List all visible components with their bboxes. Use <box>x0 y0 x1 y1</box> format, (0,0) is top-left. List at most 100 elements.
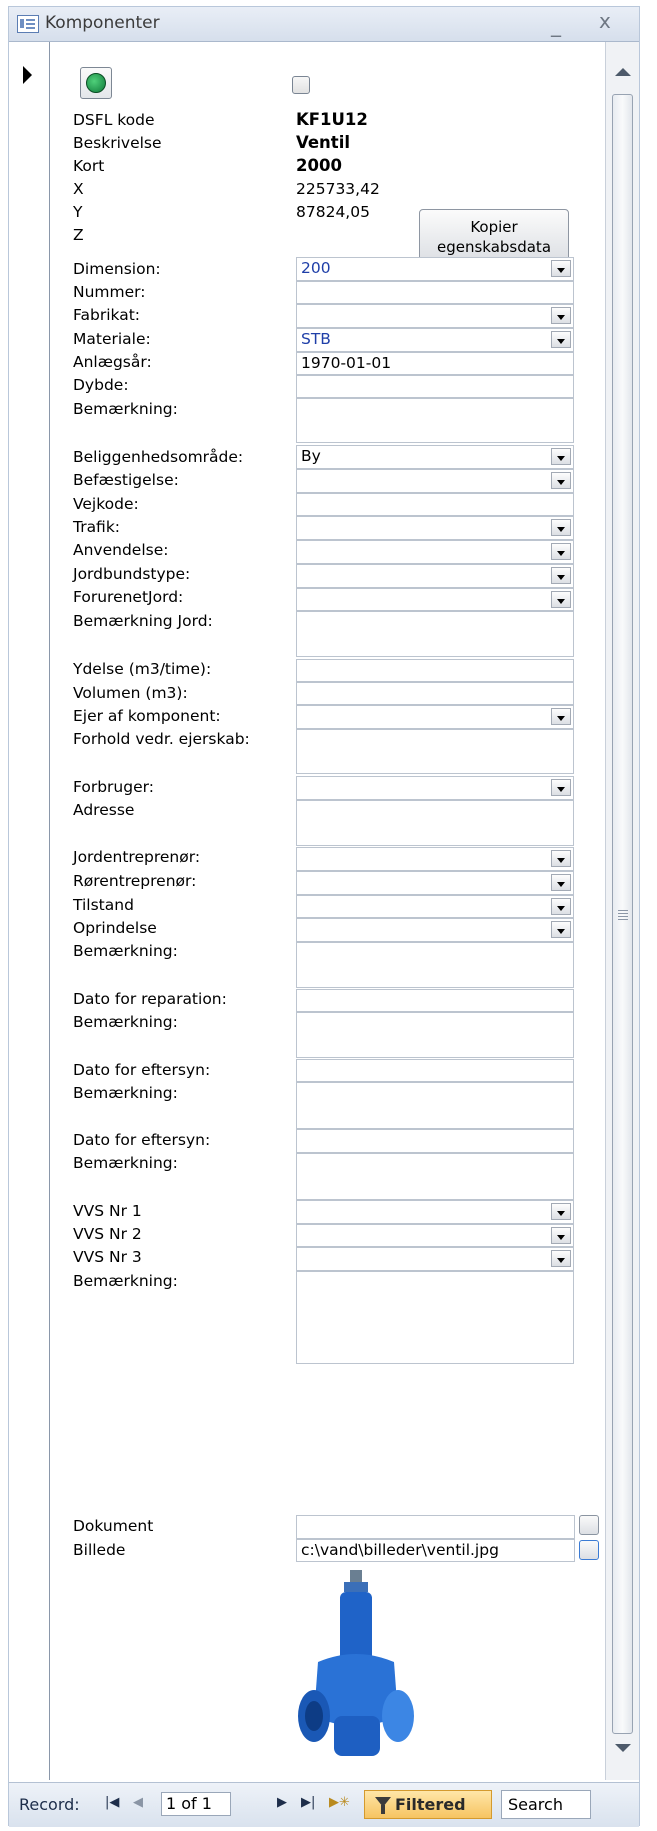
forbruger-combo[interactable] <box>296 776 574 800</box>
beliggenhed-combo[interactable]: By <box>296 445 574 469</box>
record-selector[interactable] <box>9 42 50 1780</box>
bemaerkning1-label: Bemærkning: <box>73 400 178 418</box>
chevron-down-icon[interactable] <box>551 260 571 277</box>
browse-image-button[interactable] <box>579 1540 599 1560</box>
chevron-down-icon[interactable] <box>551 1227 571 1244</box>
filtered-toggle-button[interactable]: Filtered <box>364 1790 492 1819</box>
dimension-label: Dimension: <box>73 260 161 278</box>
vvs2-combo[interactable] <box>296 1224 574 1247</box>
volumen-label: Volumen (m3): <box>73 684 188 702</box>
vvs1-label: VVS Nr 1 <box>73 1202 142 1220</box>
chevron-down-icon[interactable] <box>551 567 571 584</box>
dato-reparation-field[interactable] <box>296 989 574 1012</box>
ydelse-field[interactable] <box>296 659 574 682</box>
rorentreprenor-label: Rørentreprenør: <box>73 872 197 890</box>
first-record-icon[interactable]: |◀ <box>105 1795 119 1810</box>
billede-value: c:\vand\billeder\ventil.jpg <box>301 1541 499 1559</box>
x-value: 225733,42 <box>296 180 380 198</box>
jordbundstype-combo[interactable] <box>296 564 574 588</box>
tilstand-label: Tilstand <box>73 896 134 914</box>
search-box[interactable]: Search <box>501 1790 591 1819</box>
chevron-down-icon[interactable] <box>551 472 571 489</box>
valve-right-flange <box>382 1690 414 1742</box>
fabrikat-combo[interactable] <box>296 304 574 328</box>
dybde-field[interactable] <box>296 375 574 398</box>
valve-cap <box>344 1582 368 1592</box>
bemaerkning-jord-field[interactable] <box>296 611 574 657</box>
chevron-down-icon[interactable] <box>551 779 571 796</box>
bemaerkning4-field[interactable] <box>296 1082 574 1129</box>
chevron-down-icon[interactable] <box>551 921 571 938</box>
chevron-down-icon[interactable] <box>551 448 571 465</box>
forurenetjord-combo[interactable] <box>296 588 574 611</box>
vejkode-field[interactable] <box>296 493 574 516</box>
chevron-down-icon[interactable] <box>551 519 571 536</box>
minimize-button[interactable]: _ <box>551 13 561 37</box>
browse-document-button[interactable] <box>579 1515 599 1535</box>
bemaerkning1-field[interactable] <box>296 398 574 443</box>
anvendelse-combo[interactable] <box>296 540 574 564</box>
befaestigelse-combo[interactable] <box>296 469 574 493</box>
map-locate-button[interactable] <box>80 67 112 99</box>
select-checkbox[interactable] <box>292 76 310 94</box>
anvendelse-label: Anvendelse: <box>73 541 169 559</box>
jordentreprenor-combo[interactable] <box>296 847 574 871</box>
close-button[interactable]: x <box>599 9 611 33</box>
billede-field[interactable]: c:\vand\billeder\ventil.jpg <box>296 1539 575 1562</box>
vvs3-combo[interactable] <box>296 1247 574 1271</box>
nummer-label: Nummer: <box>73 283 146 301</box>
vertical-scrollbar[interactable] <box>605 42 639 1780</box>
forhold-field[interactable] <box>296 729 574 774</box>
vvs3-label: VVS Nr 3 <box>73 1248 142 1266</box>
bemaerkning5-field[interactable] <box>296 1153 574 1200</box>
materiale-combo[interactable]: STB <box>296 328 574 352</box>
vvs1-combo[interactable] <box>296 1200 574 1224</box>
chevron-down-icon[interactable] <box>551 1203 571 1220</box>
adresse-field[interactable] <box>296 800 574 846</box>
chevron-down-icon[interactable] <box>551 591 571 608</box>
rorentreprenor-combo[interactable] <box>296 871 574 895</box>
bemaerkning2-field[interactable] <box>296 942 574 988</box>
nummer-field[interactable] <box>296 281 574 304</box>
forhold-label: Forhold vedr. ejerskab: <box>73 730 250 748</box>
last-record-icon[interactable]: ▶| <box>301 1795 315 1810</box>
previous-record-icon[interactable]: ◀ <box>133 1795 143 1810</box>
volumen-field[interactable] <box>296 682 574 705</box>
bemaerkning2-label: Bemærkning: <box>73 942 178 960</box>
y-value: 87824,05 <box>296 203 370 221</box>
ejer-combo[interactable] <box>296 705 574 729</box>
chevron-down-icon[interactable] <box>551 874 571 891</box>
chevron-down-icon[interactable] <box>551 850 571 867</box>
scrollbar-thumb[interactable] <box>612 94 633 1734</box>
materiale-value: STB <box>301 330 331 348</box>
chevron-down-icon[interactable] <box>551 331 571 348</box>
new-record-icon[interactable]: ▶✳ <box>329 1795 350 1810</box>
bemaerkning3-field[interactable] <box>296 1012 574 1058</box>
scroll-up-arrow-icon[interactable] <box>615 68 631 76</box>
bemaerkning6-field[interactable] <box>296 1271 574 1364</box>
dato-eftersyn1-field[interactable] <box>296 1059 574 1082</box>
trafik-combo[interactable] <box>296 516 574 540</box>
dato-eftersyn2-field[interactable] <box>296 1129 574 1153</box>
chevron-down-icon[interactable] <box>551 898 571 915</box>
forbruger-label: Forbruger: <box>73 778 154 796</box>
title-bar: Komponenter _ x <box>9 7 639 42</box>
chevron-down-icon[interactable] <box>551 543 571 560</box>
current-record-box[interactable]: 1 of 1 <box>161 1792 231 1816</box>
anlaegsaar-field[interactable]: 1970-01-01 <box>296 352 574 375</box>
window-title: Komponenter <box>45 13 160 33</box>
scroll-down-arrow-icon[interactable] <box>615 1744 631 1752</box>
dato-reparation-label: Dato for reparation: <box>73 990 227 1008</box>
oprindelse-combo[interactable] <box>296 918 574 942</box>
next-record-icon[interactable]: ▶ <box>277 1795 287 1810</box>
tilstand-combo[interactable] <box>296 895 574 918</box>
record-label: Record: <box>19 1795 80 1814</box>
form-icon <box>17 15 39 33</box>
chevron-down-icon[interactable] <box>551 1250 571 1267</box>
valve-left-opening <box>305 1701 323 1731</box>
dsfl-value: KF1U12 <box>296 110 368 129</box>
chevron-down-icon[interactable] <box>551 708 571 725</box>
dokument-field[interactable] <box>296 1515 575 1539</box>
chevron-down-icon[interactable] <box>551 307 571 324</box>
dimension-combo[interactable]: 200 <box>296 257 574 281</box>
